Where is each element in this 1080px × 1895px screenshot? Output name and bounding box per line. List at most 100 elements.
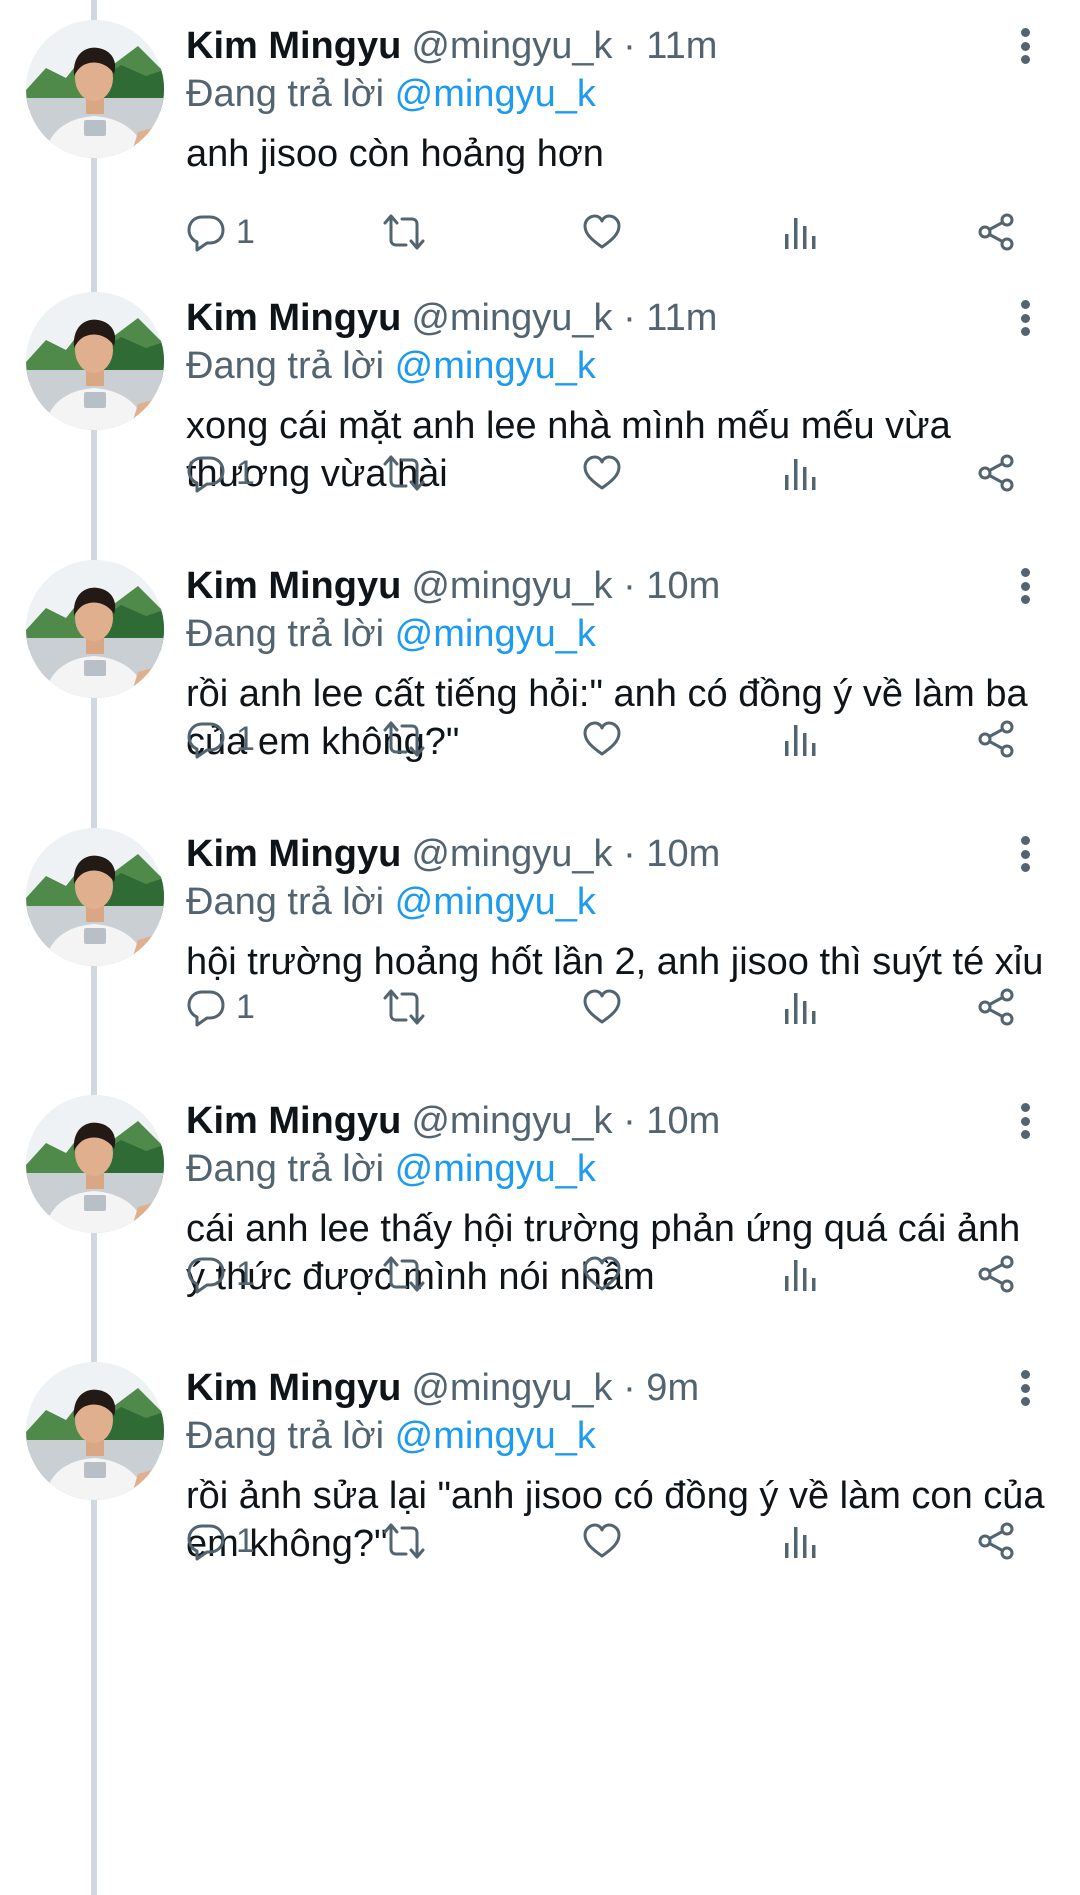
reply-thread-timeline: Kim Mingyu @mingyu_k · 11m Đang trả lời @… xyxy=(0,0,1080,1895)
heart-icon xyxy=(583,455,621,490)
reply-button[interactable]: 1 xyxy=(186,448,255,498)
share-button[interactable] xyxy=(976,1516,1016,1566)
avatar[interactable] xyxy=(26,292,164,430)
heart-icon xyxy=(583,1256,621,1291)
reply-button[interactable]: 1 xyxy=(186,207,255,257)
replying-to-line: Đang trả lời @mingyu_k xyxy=(186,70,596,118)
heart-icon xyxy=(583,214,621,249)
replying-to-label: Đang trả lời xyxy=(186,1415,385,1457)
display-name[interactable]: Kim Mingyu xyxy=(186,565,401,607)
retweet-button[interactable] xyxy=(382,1516,426,1566)
retweet-button[interactable] xyxy=(382,207,426,257)
replying-to-mention[interactable]: @mingyu_k xyxy=(395,1148,596,1190)
tweet-actions: 1 xyxy=(0,1516,1080,1566)
share-button[interactable] xyxy=(976,448,1016,498)
replying-to-label: Đang trả lời xyxy=(186,881,385,923)
analytics-icon xyxy=(785,459,816,490)
retweet-icon xyxy=(383,1523,425,1559)
handle-and-time[interactable]: @mingyu_k · 9m xyxy=(411,1367,699,1409)
display-name[interactable]: Kim Mingyu xyxy=(186,1100,401,1142)
share-button[interactable] xyxy=(976,1249,1016,1299)
handle-and-time[interactable]: @mingyu_k · 10m xyxy=(411,565,720,607)
like-button[interactable] xyxy=(582,1516,622,1566)
share-icon xyxy=(978,720,1014,758)
share-button[interactable] xyxy=(976,982,1016,1032)
like-button[interactable] xyxy=(582,714,622,764)
display-name[interactable]: Kim Mingyu xyxy=(186,1367,401,1409)
display-name[interactable]: Kim Mingyu xyxy=(186,297,401,339)
display-name[interactable]: Kim Mingyu xyxy=(186,833,401,875)
more-vertical-icon[interactable] xyxy=(1010,1101,1040,1141)
reply-count: 1 xyxy=(236,1521,255,1560)
tweet-text: hội trường hoảng hốt lần 2, anh jisoo th… xyxy=(186,941,1044,983)
replying-to-label: Đang trả lời xyxy=(186,73,385,115)
tweet-header: Kim Mingyu @mingyu_k · 10m xyxy=(186,1097,720,1145)
more-vertical-icon[interactable] xyxy=(1010,1368,1040,1408)
avatar[interactable] xyxy=(26,560,164,698)
reply-count: 1 xyxy=(236,987,255,1026)
reply-bubble-icon xyxy=(187,722,225,759)
views-button[interactable] xyxy=(782,1516,818,1566)
reply-bubble-icon xyxy=(187,456,225,493)
replying-to-mention[interactable]: @mingyu_k xyxy=(395,613,596,655)
views-button[interactable] xyxy=(782,448,818,498)
tweet-header: Kim Mingyu @mingyu_k · 10m xyxy=(186,830,720,878)
tweet-actions: 1 xyxy=(0,448,1080,498)
retweet-button[interactable] xyxy=(382,982,426,1032)
tweet-actions: 1 xyxy=(0,982,1080,1032)
replying-to-mention[interactable]: @mingyu_k xyxy=(395,345,596,387)
tweet-header: Kim Mingyu @mingyu_k · 11m xyxy=(186,294,717,342)
reply-bubble-icon xyxy=(187,215,225,252)
reply-button[interactable]: 1 xyxy=(186,1516,255,1566)
retweet-button[interactable] xyxy=(382,714,426,764)
like-button[interactable] xyxy=(582,982,622,1032)
like-button[interactable] xyxy=(582,1249,622,1299)
retweet-icon xyxy=(383,214,425,250)
replying-to-mention[interactable]: @mingyu_k xyxy=(395,73,596,115)
avatar[interactable] xyxy=(26,828,164,966)
reply-bubble-icon xyxy=(187,990,225,1027)
more-vertical-icon[interactable] xyxy=(1010,298,1040,338)
retweet-button[interactable] xyxy=(382,448,426,498)
handle-and-time[interactable]: @mingyu_k · 10m xyxy=(411,1100,720,1142)
views-button[interactable] xyxy=(782,1249,818,1299)
more-vertical-icon[interactable] xyxy=(1010,566,1040,606)
like-button[interactable] xyxy=(582,448,622,498)
tweet-header: Kim Mingyu @mingyu_k · 11m xyxy=(186,22,717,70)
handle-and-time[interactable]: @mingyu_k · 10m xyxy=(411,833,720,875)
avatar[interactable] xyxy=(26,20,164,158)
handle-and-time[interactable]: @mingyu_k · 11m xyxy=(411,297,717,339)
replying-to-label: Đang trả lời xyxy=(186,613,385,655)
share-button[interactable] xyxy=(976,714,1016,764)
share-icon xyxy=(978,1522,1014,1560)
handle-and-time[interactable]: @mingyu_k · 11m xyxy=(411,25,717,67)
reply-bubble-icon xyxy=(187,1524,225,1561)
reply-button[interactable]: 1 xyxy=(186,982,255,1032)
reply-button[interactable]: 1 xyxy=(186,714,255,764)
avatar[interactable] xyxy=(26,1095,164,1233)
views-button[interactable] xyxy=(782,982,818,1032)
reply-count: 1 xyxy=(236,719,255,758)
like-button[interactable] xyxy=(582,207,622,257)
tweet-header: Kim Mingyu @mingyu_k · 10m xyxy=(186,562,720,610)
retweet-button[interactable] xyxy=(382,1249,426,1299)
avatar[interactable] xyxy=(26,1362,164,1500)
display-name[interactable]: Kim Mingyu xyxy=(186,25,401,67)
replying-to-line: Đang trả lời @mingyu_k xyxy=(186,1145,596,1193)
analytics-icon xyxy=(785,1260,816,1291)
tweet-header: Kim Mingyu @mingyu_k · 9m xyxy=(186,1364,699,1412)
retweet-icon xyxy=(383,989,425,1025)
reply-count: 1 xyxy=(236,453,255,492)
share-icon xyxy=(978,454,1014,492)
views-button[interactable] xyxy=(782,207,818,257)
heart-icon xyxy=(583,721,621,756)
share-icon xyxy=(978,213,1014,251)
replying-to-mention[interactable]: @mingyu_k xyxy=(395,1415,596,1457)
views-button[interactable] xyxy=(782,714,818,764)
share-button[interactable] xyxy=(976,207,1016,257)
heart-icon xyxy=(583,989,621,1024)
replying-to-mention[interactable]: @mingyu_k xyxy=(395,881,596,923)
more-vertical-icon[interactable] xyxy=(1010,26,1040,66)
more-vertical-icon[interactable] xyxy=(1010,834,1040,874)
reply-button[interactable]: 1 xyxy=(186,1249,255,1299)
